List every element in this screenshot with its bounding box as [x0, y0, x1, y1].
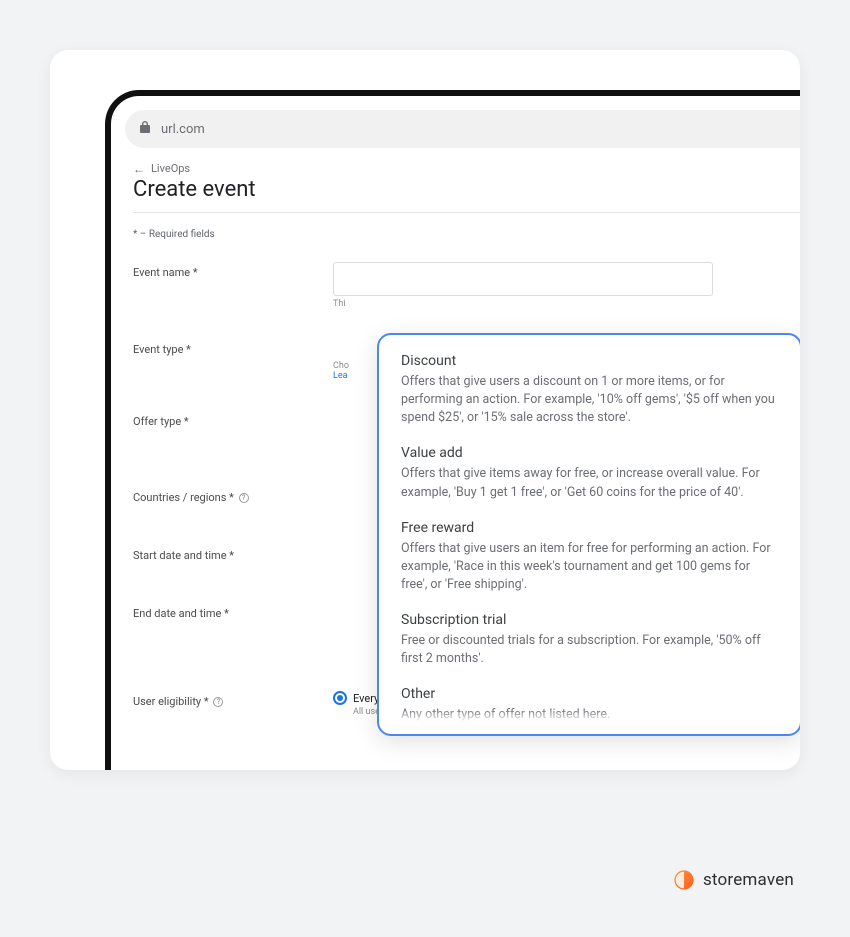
dropdown-option-free-reward[interactable]: Free reward Offers that give users an it… [401, 520, 778, 594]
label-offer-type: Offer type * [133, 411, 333, 428]
brand-logo: storemaven [673, 869, 794, 891]
event-type-learn-link[interactable]: Lea [333, 371, 348, 381]
dropdown-option-desc: Offers that give users an item for free … [401, 540, 778, 594]
dropdown-option-title: Free reward [401, 520, 778, 536]
dropdown-option-desc: Offers that give items away for free, or… [401, 465, 778, 501]
event-type-hint-1: Cho [333, 361, 349, 371]
back-arrow-icon: ← [133, 163, 145, 175]
dropdown-option-value-add[interactable]: Value add Offers that give items away fo… [401, 445, 778, 501]
label-end-date: End date and time * [133, 603, 333, 620]
dropdown-option-desc: Any other type of offer not listed here. [401, 706, 778, 724]
dropdown-option-discount[interactable]: Discount Offers that give users a discou… [401, 353, 778, 427]
dropdown-option-title: Value add [401, 445, 778, 461]
lock-icon [139, 120, 151, 138]
url-text: url.com [161, 122, 205, 137]
label-event-type: Event type * [133, 339, 333, 356]
label-user-eligibility: User eligibility * [133, 695, 209, 708]
page-title: Create event [133, 177, 800, 202]
label-event-name: Event name * [133, 262, 333, 279]
breadcrumb-parent: LiveOps [151, 162, 190, 175]
row-event-name: Event name * Thi [133, 262, 800, 309]
dropdown-option-desc: Free or discounted trials for a subscrip… [401, 632, 778, 668]
dropdown-option-subscription-trial[interactable]: Subscription trial Free or discounted tr… [401, 612, 778, 668]
dropdown-option-other[interactable]: Other Any other type of offer not listed… [401, 686, 778, 724]
dropdown-option-title: Discount [401, 353, 778, 369]
help-icon[interactable]: ? [213, 697, 223, 707]
brand-name: storemaven [703, 870, 794, 890]
brand-mark-icon [673, 869, 695, 891]
dropdown-option-desc: Offers that give users a discount on 1 o… [401, 373, 778, 427]
offer-type-dropdown[interactable]: Discount Offers that give users a discou… [377, 333, 800, 736]
dropdown-option-title: Subscription trial [401, 612, 778, 628]
label-start-date: Start date and time * [133, 545, 333, 562]
dropdown-option-title: Other [401, 686, 778, 702]
help-icon[interactable]: ? [239, 493, 249, 503]
label-countries: Countries / regions * [133, 491, 234, 504]
card-container: url.com ← LiveOps Create event * – Requi… [50, 50, 800, 770]
divider [133, 212, 800, 213]
required-fields-note: * – Required fields [133, 229, 800, 240]
browser-address-bar[interactable]: url.com [125, 110, 800, 148]
breadcrumb[interactable]: ← LiveOps [133, 162, 800, 175]
event-name-input[interactable] [333, 262, 713, 296]
event-name-hint: Thi [333, 299, 800, 309]
radio-button-icon [333, 691, 347, 705]
